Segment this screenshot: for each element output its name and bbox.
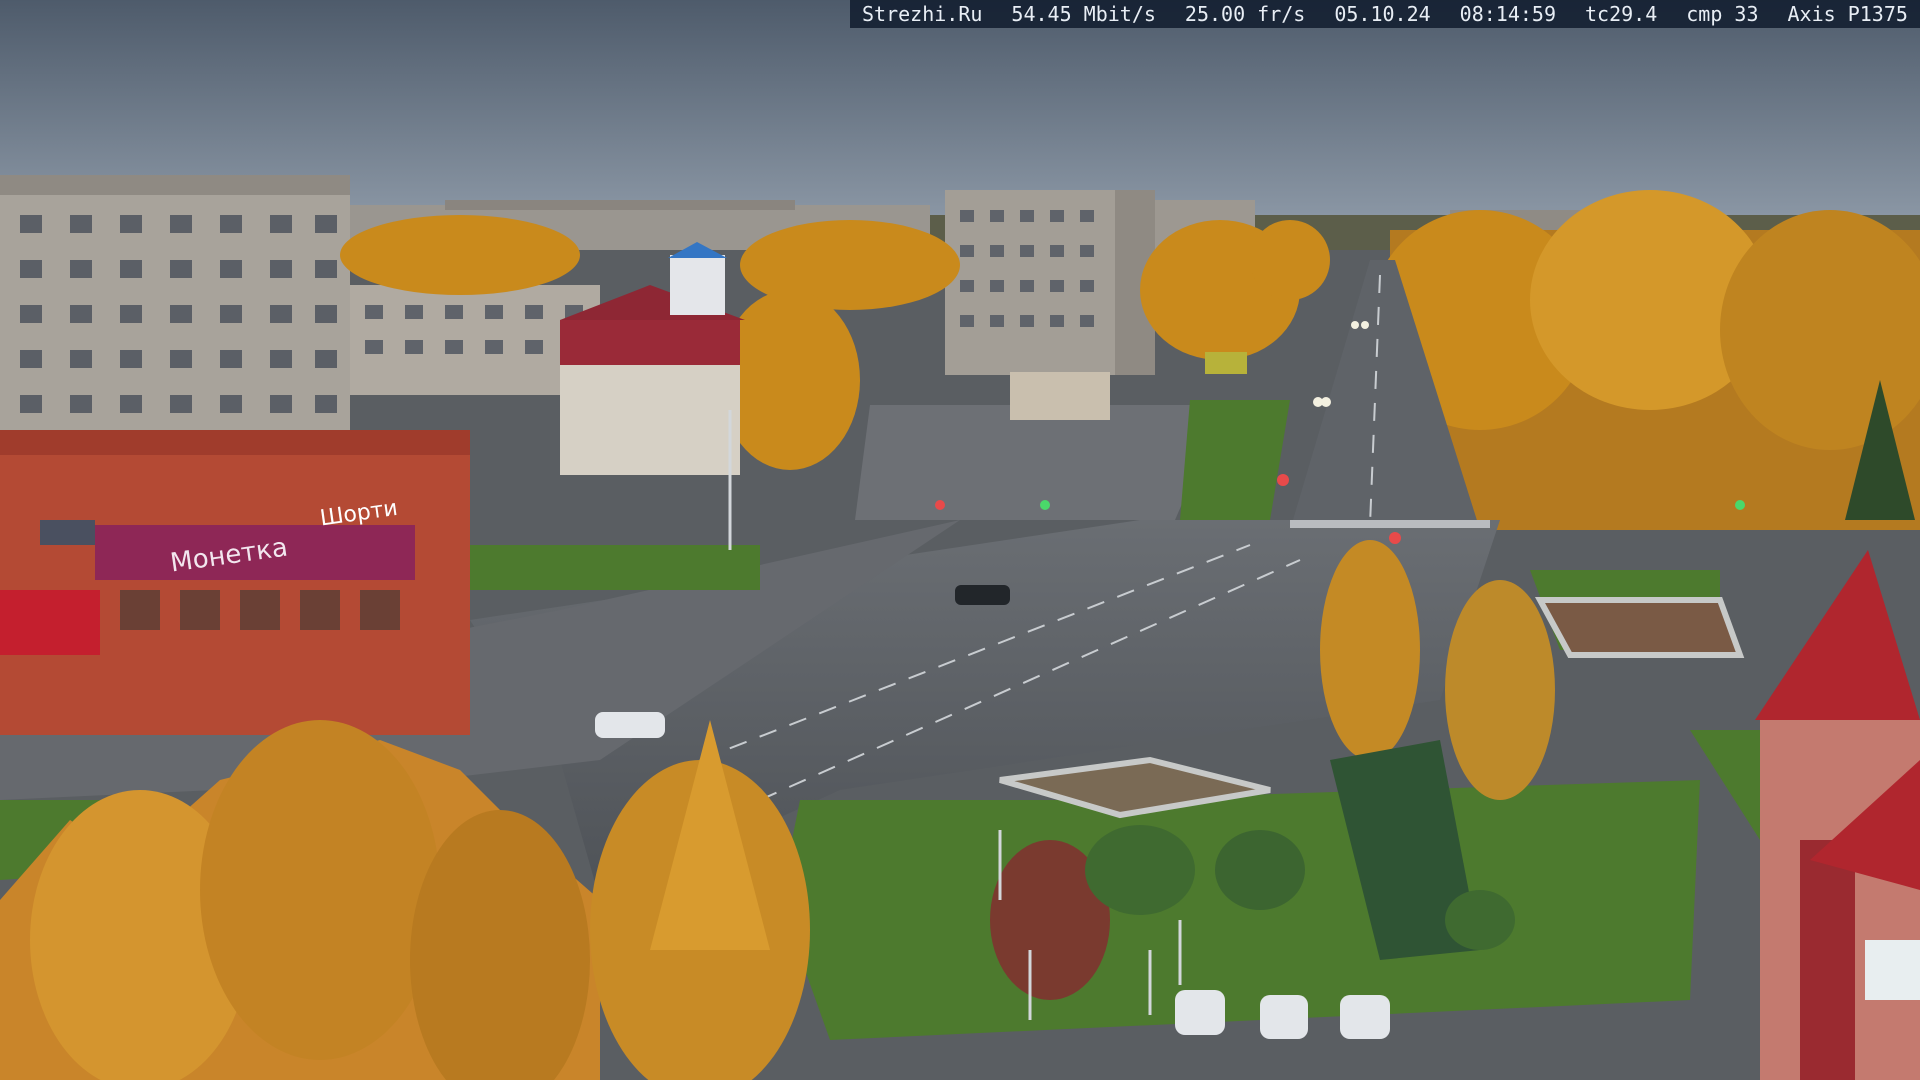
overlay-cmp: cmp 33 — [1686, 2, 1759, 26]
overlay-framerate: 25.00 fr/s — [1184, 2, 1306, 26]
webcam-scene: Монетка Шорти — [0, 0, 1920, 1080]
shopping-store: Монетка Шорти — [0, 430, 470, 735]
crosswalk — [1290, 520, 1490, 528]
central-plaza — [855, 405, 1225, 520]
overlay-site: Strezhi.Ru — [862, 2, 983, 26]
overlay-bitrate: 54.45 Mbit/s — [1011, 2, 1156, 26]
camera-info-overlay: Strezhi.Ru 54.45 Mbit/s 25.00 fr/s 05.10… — [850, 0, 1920, 28]
overlay-time: 08:14:59 — [1459, 2, 1556, 26]
billboard — [1205, 352, 1247, 374]
small-pavilion — [1010, 372, 1110, 420]
overlay-date: 05.10.24 — [1334, 2, 1431, 26]
overlay-tc: tc29.4 — [1585, 2, 1658, 26]
overlay-model: Axis P1375 — [1787, 2, 1908, 26]
